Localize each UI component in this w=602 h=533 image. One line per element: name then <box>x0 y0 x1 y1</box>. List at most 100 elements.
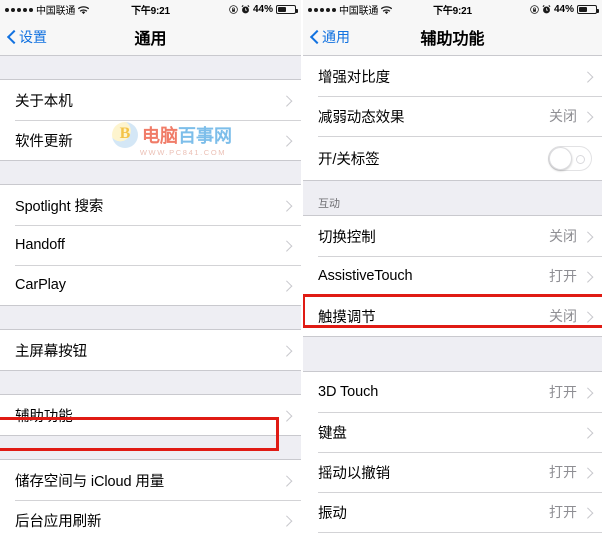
group-home-button: 主屏幕按钮 <box>0 329 301 371</box>
chevron-right-icon <box>584 70 592 83</box>
status-bar-right-group: 44% <box>229 4 298 15</box>
group-gap <box>0 436 301 459</box>
back-button-label: 通用 <box>322 29 350 45</box>
row-value: 打开 <box>549 504 577 520</box>
back-button-label: 设置 <box>19 29 47 45</box>
alarm-clock-icon <box>241 5 250 14</box>
list-top-gap <box>0 56 301 79</box>
row-about[interactable]: 关于本机 <box>0 80 301 120</box>
battery-icon <box>577 5 599 14</box>
chevron-right-icon <box>584 270 592 283</box>
group-device-info: 关于本机 软件更新 <box>0 79 301 161</box>
row-label: 增强对比度 <box>318 69 390 86</box>
row-label: 触摸调节 <box>318 309 376 326</box>
row-label: 软件更新 <box>15 133 73 150</box>
row-label: AssistiveTouch <box>318 268 413 284</box>
row-label: 关于本机 <box>15 93 73 110</box>
right-phone-screen: 中国联通 下午9:21 44% 通用 辅助功能 增强对比度 减弱动态效果 关闭 … <box>301 0 602 533</box>
alarm-clock-icon <box>542 5 551 14</box>
row-shake-to-undo[interactable]: 摇动以撤销 打开 <box>303 452 602 492</box>
status-bar-left: 中国联通 下午9:21 44% <box>0 0 301 19</box>
row-reduce-motion[interactable]: 减弱动态效果 关闭 <box>303 96 602 136</box>
row-accessibility[interactable]: 辅助功能 <box>0 395 301 435</box>
chevron-left-icon <box>7 30 16 45</box>
row-label: 摇动以撤销 <box>318 465 390 482</box>
row-home-button[interactable]: 主屏幕按钮 <box>0 330 301 370</box>
battery-percent-label: 44% <box>553 4 574 15</box>
chevron-right-icon <box>283 474 291 487</box>
row-label: 3D Touch <box>318 384 379 400</box>
row-value: 关闭 <box>549 308 577 324</box>
row-value: 打开 <box>549 268 577 284</box>
row-label: 减弱动态效果 <box>318 109 405 126</box>
row-switch-control[interactable]: 切换控制 关闭 <box>303 216 602 256</box>
group-gap <box>0 306 301 329</box>
chevron-right-icon <box>283 279 291 292</box>
chevron-right-icon <box>584 230 592 243</box>
row-background-app-refresh[interactable]: 后台应用刷新 <box>0 500 301 533</box>
group-interaction: 切换控制 关闭 AssistiveTouch 打开 触摸调节 关闭 <box>303 215 602 337</box>
nav-bar-right: 通用 辅助功能 <box>303 19 602 56</box>
back-button-settings[interactable]: 设置 <box>0 27 47 47</box>
row-software-update[interactable]: 软件更新 <box>0 120 301 160</box>
row-label: 切换控制 <box>318 229 376 246</box>
chevron-right-icon <box>584 386 592 399</box>
row-handoff[interactable]: Handoff <box>0 225 301 265</box>
group-continuity: Spotlight 搜索 Handoff CarPlay <box>0 184 301 306</box>
chevron-right-icon <box>283 514 291 527</box>
row-value: 打开 <box>549 384 577 400</box>
row-value: 关闭 <box>549 228 577 244</box>
left-phone-screen: 中国联通 下午9:21 44% 设置 通用 关于本机 软件更新 Spotligh… <box>0 0 301 533</box>
chevron-right-icon <box>283 344 291 357</box>
group-gap <box>0 161 301 184</box>
row-touch-accommodations[interactable]: 触摸调节 关闭 <box>303 296 602 336</box>
row-carplay[interactable]: CarPlay <box>0 265 301 305</box>
chevron-right-icon <box>283 199 291 212</box>
row-label: 键盘 <box>318 425 347 442</box>
group-physical-motor: 3D Touch 打开 键盘 摇动以撤销 打开 振动 打开 <box>303 371 602 533</box>
group-gap <box>303 337 602 371</box>
group-vision: 增强对比度 减弱动态效果 关闭 开/关标签 <box>303 56 602 181</box>
row-onoff-labels[interactable]: 开/关标签 <box>303 136 602 180</box>
row-value: 打开 <box>549 464 577 480</box>
rotation-lock-icon <box>229 5 238 14</box>
row-vibration[interactable]: 振动 打开 <box>303 492 602 532</box>
row-storage-icloud-usage[interactable]: 储存空间与 iCloud 用量 <box>0 460 301 500</box>
onoff-labels-toggle[interactable] <box>548 145 592 171</box>
back-button-general[interactable]: 通用 <box>303 27 350 47</box>
row-label: 主屏幕按钮 <box>15 343 87 360</box>
chevron-right-icon <box>584 466 592 479</box>
row-label: Handoff <box>15 237 65 253</box>
row-spotlight-search[interactable]: Spotlight 搜索 <box>0 185 301 225</box>
chevron-left-icon <box>310 30 319 45</box>
nav-bar-left: 设置 通用 <box>0 19 301 56</box>
dual-screenshot-container: 中国联通 下午9:21 44% 设置 通用 关于本机 软件更新 Spotligh… <box>0 0 602 533</box>
status-bar-right: 中国联通 下午9:21 44% <box>303 0 602 19</box>
row-label: 开/关标签 <box>318 151 380 168</box>
group-gap <box>0 371 301 394</box>
chevron-right-icon <box>283 409 291 422</box>
chevron-right-icon <box>584 110 592 123</box>
status-bar-right-group: 44% <box>530 4 599 15</box>
group-accessibility: 辅助功能 <box>0 394 301 436</box>
group-storage: 储存空间与 iCloud 用量 后台应用刷新 <box>0 459 301 533</box>
row-3d-touch[interactable]: 3D Touch 打开 <box>303 372 602 412</box>
chevron-right-icon <box>584 426 592 439</box>
row-value: 关闭 <box>549 108 577 124</box>
row-label: 辅助功能 <box>15 408 73 425</box>
settings-list-accessibility[interactable]: 增强对比度 减弱动态效果 关闭 开/关标签 互动 切换控制 关闭 Assisti… <box>303 56 602 533</box>
rotation-lock-icon <box>530 5 539 14</box>
row-assistivetouch[interactable]: AssistiveTouch 打开 <box>303 256 602 296</box>
chevron-right-icon <box>283 94 291 107</box>
battery-percent-label: 44% <box>252 4 273 15</box>
row-label: 后台应用刷新 <box>15 513 102 530</box>
settings-list-general[interactable]: 关于本机 软件更新 Spotlight 搜索 Handoff CarPlay 主… <box>0 56 301 533</box>
row-keyboard[interactable]: 键盘 <box>303 412 602 452</box>
chevron-right-icon <box>584 310 592 323</box>
chevron-right-icon <box>283 134 291 147</box>
section-header-interaction: 互动 <box>303 181 602 215</box>
chevron-right-icon <box>584 506 592 519</box>
battery-icon <box>276 5 298 14</box>
row-increase-contrast[interactable]: 增强对比度 <box>303 56 602 96</box>
row-label: Spotlight 搜索 <box>15 198 104 215</box>
